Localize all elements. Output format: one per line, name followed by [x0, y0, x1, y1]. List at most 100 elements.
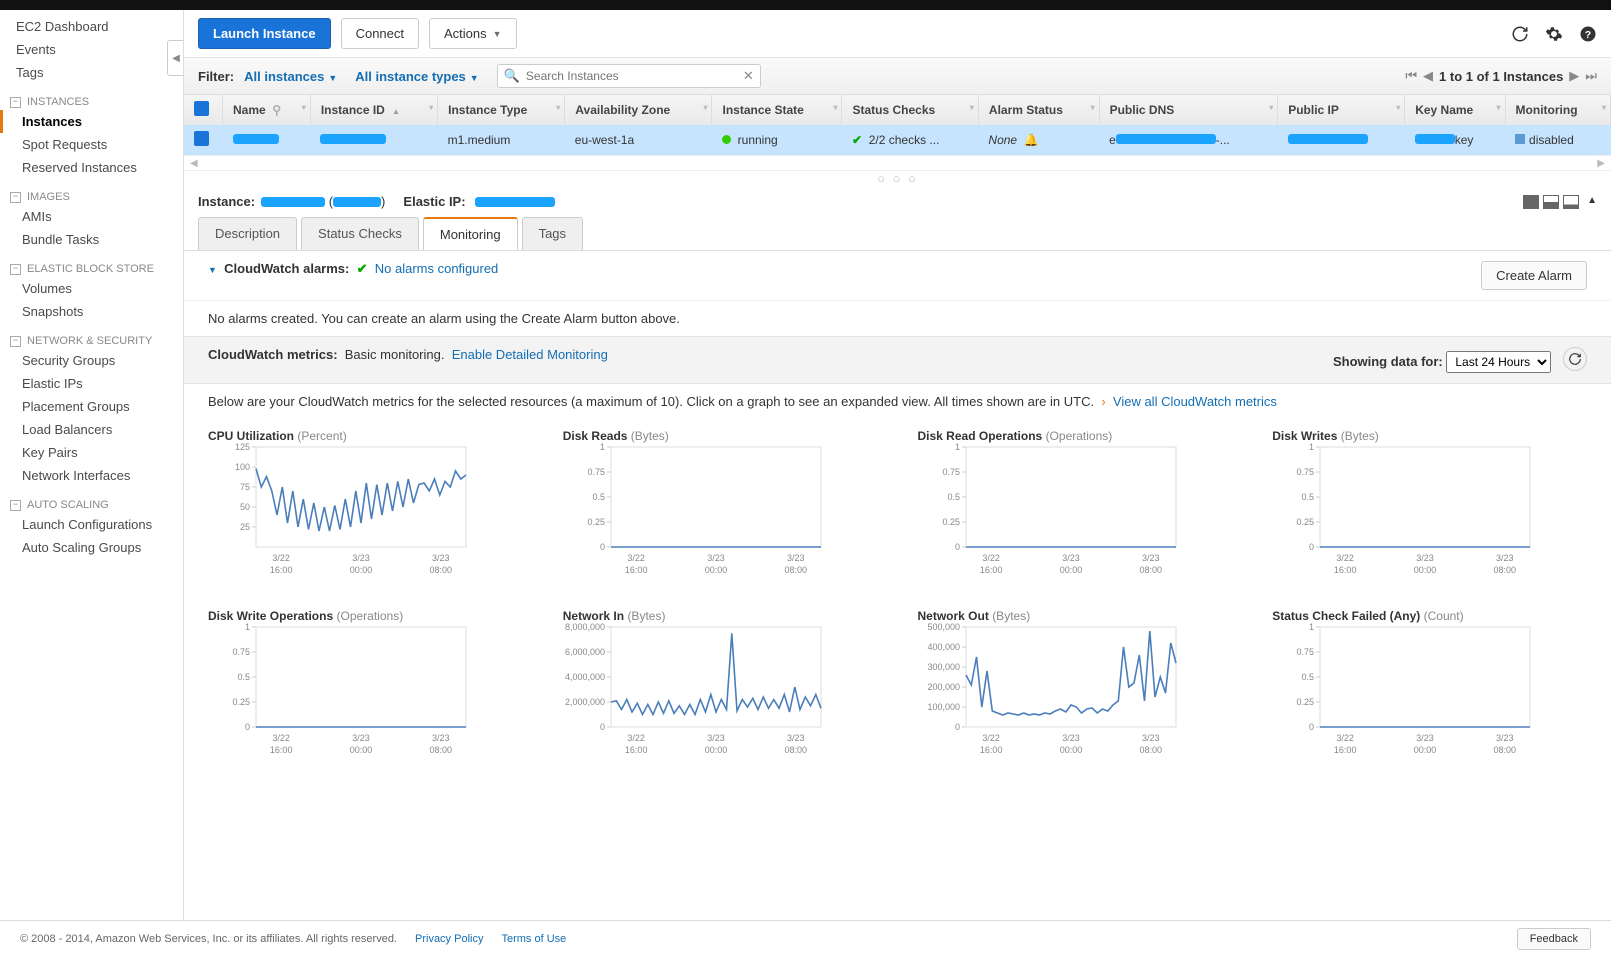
svg-text:1: 1 — [600, 443, 605, 452]
col-key-name[interactable]: Key Name▾ — [1405, 95, 1505, 125]
chart-disk-reads[interactable]: Disk Reads (Bytes)00.250.50.7513/2216:00… — [563, 429, 878, 579]
connect-button[interactable]: Connect — [341, 18, 419, 49]
col-monitoring[interactable]: Monitoring▾ — [1505, 95, 1610, 125]
svg-text:3/23: 3/23 — [707, 733, 725, 743]
collapse-icon[interactable]: − — [10, 336, 21, 347]
collapse-icon[interactable]: − — [10, 97, 21, 108]
chart-title: CPU Utilization (Percent) — [208, 429, 523, 443]
create-alarm-button[interactable]: Create Alarm — [1481, 261, 1587, 290]
period-select[interactable]: Last 24 Hours — [1446, 351, 1551, 373]
chart-network-in[interactable]: Network In (Bytes)02,000,0004,000,0006,0… — [563, 609, 878, 759]
table-scroll-rail[interactable]: ◀▶ — [184, 155, 1611, 171]
chart-cpu-utilization[interactable]: CPU Utilization (Percent)2550751001253/2… — [208, 429, 523, 579]
col-instance-type[interactable]: Instance Type▾ — [438, 95, 565, 125]
svg-text:0.75: 0.75 — [1297, 647, 1315, 657]
alarm-bell-icon[interactable]: 🔔 — [1024, 133, 1039, 147]
no-alarms-link[interactable]: No alarms configured — [375, 261, 499, 276]
sidebar-item-reserved-instances[interactable]: Reserved Instances — [8, 156, 183, 179]
actions-menu-button[interactable]: Actions▼ — [429, 18, 517, 49]
panel-view-half-icon[interactable] — [1543, 195, 1559, 209]
tab-description[interactable]: Description — [198, 217, 297, 250]
col-status-checks[interactable]: Status Checks▾ — [842, 95, 978, 125]
sidebar-item-snapshots[interactable]: Snapshots — [8, 300, 183, 323]
sidebar-item-auto-scaling-groups[interactable]: Auto Scaling Groups — [8, 536, 183, 559]
instance-row[interactable]: m1.medium eu-west-1a running ✔ 2/2 check… — [184, 125, 1611, 155]
svg-text:50: 50 — [240, 502, 250, 512]
svg-text:3/23: 3/23 — [352, 553, 370, 563]
feedback-button[interactable]: Feedback — [1517, 928, 1591, 950]
col-public-ip[interactable]: Public IP▾ — [1278, 95, 1405, 125]
tab-monitoring[interactable]: Monitoring — [423, 217, 518, 250]
svg-text:0.75: 0.75 — [942, 467, 960, 477]
chart-disk-read-operations[interactable]: Disk Read Operations (Operations)00.250.… — [918, 429, 1233, 579]
col-instance-state[interactable]: Instance State▾ — [712, 95, 842, 125]
chart-status-check-failed-any-[interactable]: Status Check Failed (Any) (Count)00.250.… — [1272, 609, 1587, 759]
sidebar-item-instances[interactable]: Instances — [0, 110, 183, 133]
col-instance-id[interactable]: Instance ID ▲▾ — [310, 95, 437, 125]
svg-text:3/23: 3/23 — [352, 733, 370, 743]
sidebar-item-volumes[interactable]: Volumes — [8, 277, 183, 300]
chart-disk-write-operations[interactable]: Disk Write Operations (Operations)00.250… — [208, 609, 523, 759]
launch-instance-button[interactable]: Launch Instance — [198, 18, 331, 49]
panel-view-full-icon[interactable] — [1523, 195, 1539, 209]
tab-status-checks[interactable]: Status Checks — [301, 217, 419, 250]
panel-view-min-icon[interactable] — [1563, 195, 1579, 209]
sidebar-item-key-pairs[interactable]: Key Pairs — [8, 441, 183, 464]
chart-title: Network In (Bytes) — [563, 609, 878, 623]
pager: ⏮ ◀ 1 to 1 of 1 Instances ▶ ⏭ — [1405, 68, 1597, 84]
pager-next-icon[interactable]: ▶ — [1569, 68, 1579, 84]
collapse-icon[interactable]: − — [10, 500, 21, 511]
filter-icon[interactable]: ⚲ — [272, 103, 281, 117]
cell-monitoring: disabled — [1505, 125, 1610, 155]
svg-text:125: 125 — [235, 443, 250, 452]
settings-gear-icon[interactable] — [1545, 25, 1563, 43]
terms-link[interactable]: Terms of Use — [501, 933, 566, 945]
sidebar-item-bundle-tasks[interactable]: Bundle Tasks — [8, 228, 183, 251]
pager-first-icon[interactable]: ⏮ — [1405, 68, 1417, 84]
select-all-checkbox[interactable] — [194, 101, 209, 116]
chart-network-out[interactable]: Network Out (Bytes)0100,000200,000300,00… — [918, 609, 1233, 759]
alarms-toggle-icon[interactable]: ▼ — [208, 265, 217, 275]
sidebar-item-tags[interactable]: Tags — [8, 61, 183, 84]
chart-title: Network Out (Bytes) — [918, 609, 1233, 623]
col-availability-zone[interactable]: Availability Zone▾ — [565, 95, 712, 125]
collapse-icon[interactable]: − — [10, 264, 21, 275]
privacy-link[interactable]: Privacy Policy — [415, 933, 483, 945]
pager-last-icon[interactable]: ⏭ — [1585, 68, 1597, 84]
svg-text:3/23: 3/23 — [432, 733, 450, 743]
filter-all-types[interactable]: All instance types▼ — [355, 69, 478, 84]
panel-resize-grip[interactable]: ○ ○ ○ — [184, 171, 1611, 186]
svg-text:0.25: 0.25 — [1297, 517, 1315, 527]
sidebar-item-amis[interactable]: AMIs — [8, 205, 183, 228]
search-input[interactable] — [524, 68, 743, 84]
sidebar-item-load-balancers[interactable]: Load Balancers — [8, 418, 183, 441]
sidebar-item-spot-requests[interactable]: Spot Requests — [8, 133, 183, 156]
search-clear-icon[interactable]: ✕ — [743, 68, 754, 84]
pager-prev-icon[interactable]: ◀ — [1423, 68, 1433, 84]
enable-detailed-link[interactable]: Enable Detailed Monitoring — [452, 347, 608, 362]
sidebar-item-placement-groups[interactable]: Placement Groups — [8, 395, 183, 418]
col-public-dns[interactable]: Public DNS▾ — [1099, 95, 1278, 125]
collapse-icon[interactable]: − — [10, 192, 21, 203]
refresh-icon[interactable] — [1511, 25, 1529, 43]
col-checkbox[interactable] — [184, 95, 223, 125]
sidebar-item-security-groups[interactable]: Security Groups — [8, 349, 183, 372]
metrics-refresh-icon[interactable] — [1563, 347, 1587, 371]
help-icon[interactable]: ? — [1579, 25, 1597, 43]
sidebar-item-network-interfaces[interactable]: Network Interfaces — [8, 464, 183, 487]
view-all-metrics-link[interactable]: View all CloudWatch metrics — [1113, 394, 1277, 409]
tab-tags[interactable]: Tags — [522, 217, 583, 250]
col-alarm-status[interactable]: Alarm Status▾ — [978, 95, 1099, 125]
sidebar-item-launch-configurations[interactable]: Launch Configurations — [8, 513, 183, 536]
svg-text:500,000: 500,000 — [927, 623, 960, 632]
filter-all-instances[interactable]: All instances▼ — [244, 69, 337, 84]
search-box[interactable]: 🔍 ✕ — [497, 64, 761, 88]
sidebar-item-elastic-ips[interactable]: Elastic IPs — [8, 372, 183, 395]
sidebar-collapse-handle[interactable]: ◀ — [167, 40, 184, 76]
chart-disk-writes[interactable]: Disk Writes (Bytes)00.250.50.7513/2216:0… — [1272, 429, 1587, 579]
panel-collapse-icon[interactable]: ▲ — [1587, 195, 1597, 209]
sidebar-item-events[interactable]: Events — [8, 38, 183, 61]
col-name[interactable]: Name ⚲▾ — [223, 95, 311, 125]
sidebar-item-ec2-dashboard[interactable]: EC2 Dashboard — [8, 15, 183, 38]
row-checkbox[interactable] — [194, 131, 209, 146]
